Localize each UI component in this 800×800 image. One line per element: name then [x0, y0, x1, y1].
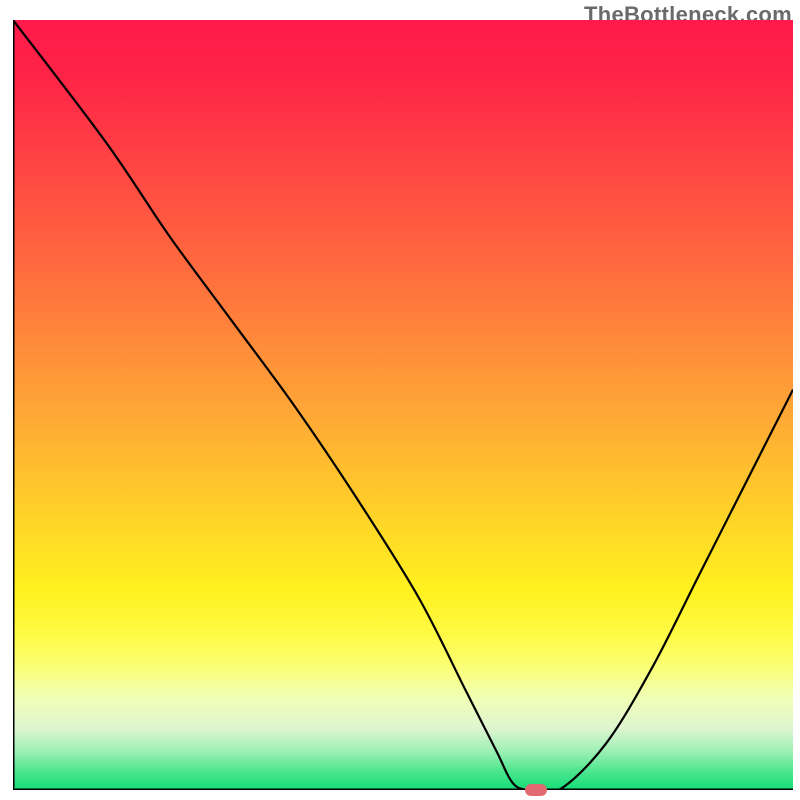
chart-container: TheBottleneck.com: [0, 0, 800, 800]
background-gradient: [13, 20, 793, 790]
plot-area: [13, 20, 793, 790]
